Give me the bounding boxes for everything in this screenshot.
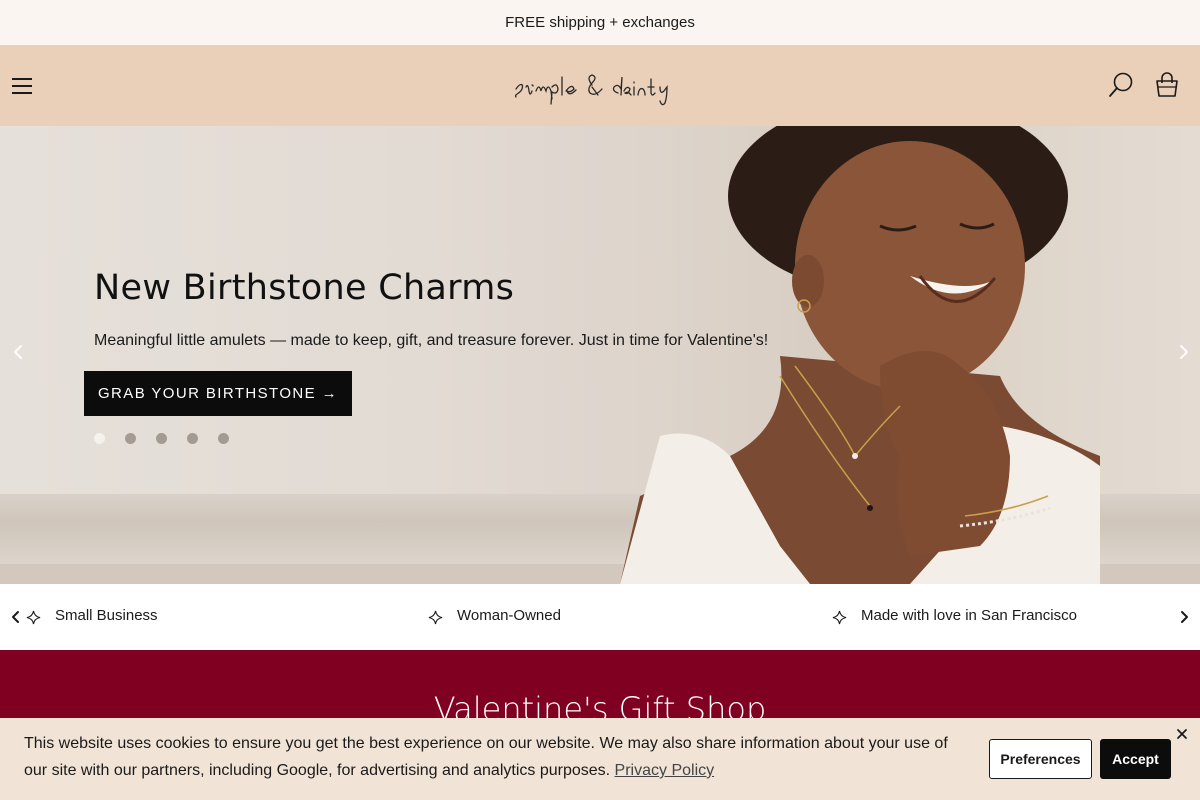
hero-title: New Birthstone Charms — [94, 268, 515, 308]
hero-model-image — [620, 126, 1100, 584]
preferences-button[interactable]: Preferences — [989, 739, 1092, 779]
accept-button[interactable]: Accept — [1100, 739, 1171, 779]
carousel-dot-3[interactable] — [156, 433, 167, 444]
close-icon[interactable] — [1176, 728, 1188, 740]
trust-bar: Small Business Woman-Owned Made with lov… — [0, 584, 1200, 650]
site-header — [0, 45, 1200, 126]
trust-item-small-business: Small Business — [26, 606, 158, 625]
carousel-dot-5[interactable] — [218, 433, 229, 444]
announcement-text: FREE shipping + exchanges — [505, 14, 695, 31]
trust-item-label: Made with love in San Francisco — [861, 607, 1077, 624]
announcement-bar: FREE shipping + exchanges — [0, 0, 1200, 45]
cookie-text: This website uses cookies to ensure you … — [24, 735, 948, 779]
trust-item-made-in-sf: Made with love in San Francisco — [832, 606, 1077, 625]
trust-bar-next-icon[interactable] — [1176, 608, 1192, 626]
chevron-right-icon[interactable] — [1174, 343, 1192, 361]
sparkle-icon — [832, 610, 847, 625]
carousel-dot-1[interactable] — [94, 433, 105, 444]
trust-item-label: Woman-Owned — [457, 607, 561, 624]
privacy-policy-link[interactable]: Privacy Policy — [615, 762, 715, 779]
carousel-dot-2[interactable] — [125, 433, 136, 444]
trust-item-label: Small Business — [55, 607, 158, 624]
hamburger-menu-icon[interactable] — [12, 78, 32, 95]
trust-bar-prev-icon[interactable] — [8, 608, 24, 626]
cookie-banner: This website uses cookies to ensure you … — [0, 718, 1200, 800]
sparkle-icon — [26, 610, 41, 625]
trust-item-woman-owned: Woman-Owned — [428, 606, 561, 625]
cookie-message: This website uses cookies to ensure you … — [24, 730, 974, 784]
grab-birthstone-button[interactable]: GRAB YOUR BIRTHSTONE → — [84, 371, 352, 416]
carousel-dots — [94, 433, 229, 444]
shopping-bag-icon[interactable] — [1154, 71, 1180, 99]
search-icon[interactable] — [1108, 71, 1134, 99]
carousel-dot-4[interactable] — [187, 433, 198, 444]
logo[interactable] — [512, 65, 708, 107]
chevron-left-icon[interactable] — [10, 343, 28, 361]
hero-subtitle: Meaningful little amulets — made to keep… — [94, 332, 769, 349]
hero-carousel: New Birthstone Charms Meaningful little … — [0, 126, 1200, 584]
sparkle-icon — [428, 610, 443, 625]
hero-text-block: New Birthstone Charms Meaningful little … — [94, 268, 814, 350]
